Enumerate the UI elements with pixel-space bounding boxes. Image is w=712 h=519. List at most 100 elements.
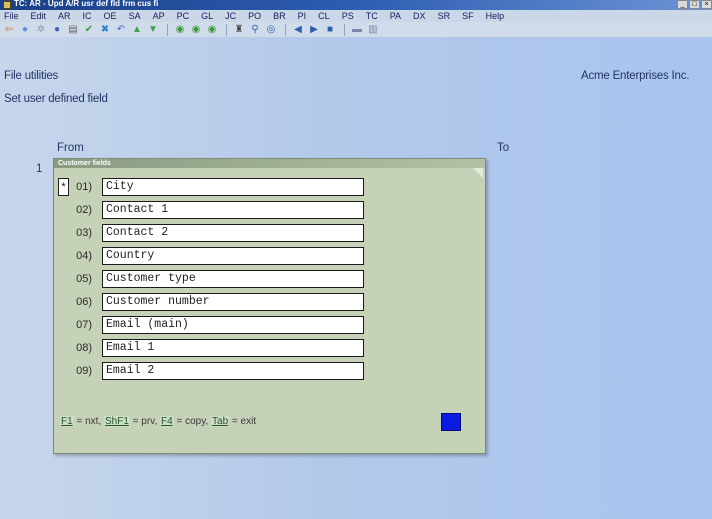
- toolbar-separator: [285, 23, 286, 36]
- field-name-box[interactable]: City: [102, 178, 364, 196]
- field-name-box[interactable]: Email (main): [102, 316, 364, 334]
- menu-jc[interactable]: JC: [225, 11, 236, 21]
- field-row[interactable]: 03) Contact 2: [54, 224, 454, 244]
- from-label: From: [57, 142, 84, 154]
- menu-edit[interactable]: Edit: [31, 11, 47, 21]
- menu-file[interactable]: File: [4, 11, 19, 21]
- undo-icon[interactable]: ↶: [115, 24, 127, 36]
- window-controls: _ □ ×: [677, 0, 712, 10]
- menu-bar: File Edit AR IC OE SA AP PC GL JC PO BR PI CL PS TC PA DX…: [0, 10, 712, 22]
- field-name-box[interactable]: Country: [102, 247, 364, 265]
- field-row[interactable]: * 01) City: [54, 178, 454, 198]
- field-row[interactable]: 05) Customer type: [54, 270, 454, 290]
- screen-subtitle: Set user defined field: [4, 93, 108, 105]
- menu-po[interactable]: PO: [248, 11, 261, 21]
- field-name-box[interactable]: Contact 2: [102, 224, 364, 242]
- field-name-box[interactable]: Email 1: [102, 339, 364, 357]
- save-icon[interactable]: ▬: [351, 24, 363, 36]
- record-icon[interactable]: ◉: [190, 24, 202, 36]
- row-number: 1: [36, 163, 43, 175]
- menu-pc[interactable]: PC: [177, 11, 190, 21]
- field-row[interactable]: 09) Email 2: [54, 362, 454, 382]
- toolbar: ⇦ ● ✲ ● ▤ ✔ ✖ ↶ ▲ ▼ ◉ ◉ ◉ ♜ ⚲ ◎ ◀ ▶ ■ ▬ ▥: [0, 22, 712, 37]
- menu-br[interactable]: BR: [273, 11, 286, 21]
- dialog-corner: [473, 168, 483, 178]
- prev-icon[interactable]: ◀: [292, 24, 304, 36]
- shf1-key-desc: = prv,: [132, 416, 158, 427]
- field-name-box[interactable]: Customer number: [102, 293, 364, 311]
- toolbar-separator: [167, 23, 168, 36]
- filter-icon[interactable]: ◎: [265, 24, 277, 36]
- field-row[interactable]: 08) Email 1: [54, 339, 454, 359]
- customer-fields-dialog: Customer fields * 01) City 02) Contact 1 03) C…: [53, 158, 486, 454]
- toolbar-separator: [344, 23, 345, 36]
- window-title: TC: AR - Upd A/R usr def fld frm cus fi: [14, 0, 159, 8]
- menu-dx[interactable]: DX: [413, 11, 426, 21]
- menu-pa[interactable]: PA: [390, 11, 401, 21]
- f4-key[interactable]: F4: [160, 416, 174, 427]
- dialog-title: Customer fields: [54, 159, 485, 168]
- end-icon[interactable]: ■: [324, 24, 336, 36]
- doc-icon[interactable]: ▥: [367, 24, 379, 36]
- down-icon[interactable]: ▼: [147, 24, 159, 36]
- menu-sf[interactable]: SF: [462, 11, 474, 21]
- close-button[interactable]: ×: [701, 0, 712, 9]
- f1-key-desc: = nxt,: [76, 416, 102, 427]
- toolbar-separator: [226, 23, 227, 36]
- field-number: 03): [76, 227, 92, 239]
- field-number: 06): [76, 296, 92, 308]
- field-name-box[interactable]: Contact 1: [102, 201, 364, 219]
- status-indicator: [441, 413, 461, 431]
- menu-oe[interactable]: OE: [104, 11, 117, 21]
- menu-gl[interactable]: GL: [201, 11, 213, 21]
- find-icon[interactable]: ♜: [233, 24, 245, 36]
- exit-icon[interactable]: ⇦: [3, 24, 15, 36]
- field-name-box[interactable]: Email 2: [102, 362, 364, 380]
- field-number: 05): [76, 273, 92, 285]
- tools-icon[interactable]: ✲: [35, 24, 47, 36]
- tab-key[interactable]: Tab: [211, 416, 230, 427]
- up-icon[interactable]: ▲: [131, 24, 143, 36]
- menu-ap[interactable]: AP: [153, 11, 165, 21]
- menu-ic[interactable]: IC: [83, 11, 92, 21]
- menu-sa[interactable]: SA: [129, 11, 141, 21]
- field-number: 01): [76, 181, 92, 193]
- field-number: 09): [76, 365, 92, 377]
- disc-icon[interactable]: ◉: [206, 24, 218, 36]
- cancel-icon[interactable]: ✖: [99, 24, 111, 36]
- field-number: 08): [76, 342, 92, 354]
- field-row[interactable]: 04) Country: [54, 247, 454, 267]
- menu-tc[interactable]: TC: [366, 11, 378, 21]
- key-help: F1 = nxt, ShF1 = prv, F4 = copy, Tab = e…: [60, 416, 256, 427]
- title-bar: TC: AR - Upd A/R usr def fld frm cus fi …: [0, 0, 712, 10]
- refresh-icon[interactable]: ◉: [174, 24, 186, 36]
- field-row[interactable]: 06) Customer number: [54, 293, 454, 313]
- app-icon: [3, 1, 11, 9]
- stop-icon[interactable]: ●: [19, 24, 31, 36]
- globe-icon[interactable]: ●: [51, 24, 63, 36]
- field-number: 02): [76, 204, 92, 216]
- check-icon[interactable]: ✔: [83, 24, 95, 36]
- menu-ar[interactable]: AR: [58, 11, 71, 21]
- zoom-icon[interactable]: ⚲: [249, 24, 261, 36]
- menu-pi[interactable]: PI: [298, 11, 307, 21]
- field-row[interactable]: 02) Contact 1: [54, 201, 454, 221]
- to-label: To: [497, 142, 510, 154]
- field-number: 04): [76, 250, 92, 262]
- next-icon[interactable]: ▶: [308, 24, 320, 36]
- maximize-button[interactable]: □: [689, 0, 700, 9]
- field-name-box[interactable]: Customer type: [102, 270, 364, 288]
- menu-sr[interactable]: SR: [438, 11, 451, 21]
- print-icon[interactable]: ▤: [67, 24, 79, 36]
- shf1-key[interactable]: ShF1: [103, 416, 130, 427]
- field-row[interactable]: 07) Email (main): [54, 316, 454, 336]
- menu-cl[interactable]: CL: [318, 11, 330, 21]
- menu-help[interactable]: Help: [486, 11, 505, 21]
- tab-key-desc: = exit: [231, 416, 257, 427]
- module-title: File utilities: [4, 70, 59, 82]
- minimize-button[interactable]: _: [677, 0, 688, 9]
- f1-key[interactable]: F1: [60, 416, 74, 427]
- field-number: 07): [76, 319, 92, 331]
- f4-key-desc: = copy,: [176, 416, 209, 427]
- menu-ps[interactable]: PS: [342, 11, 354, 21]
